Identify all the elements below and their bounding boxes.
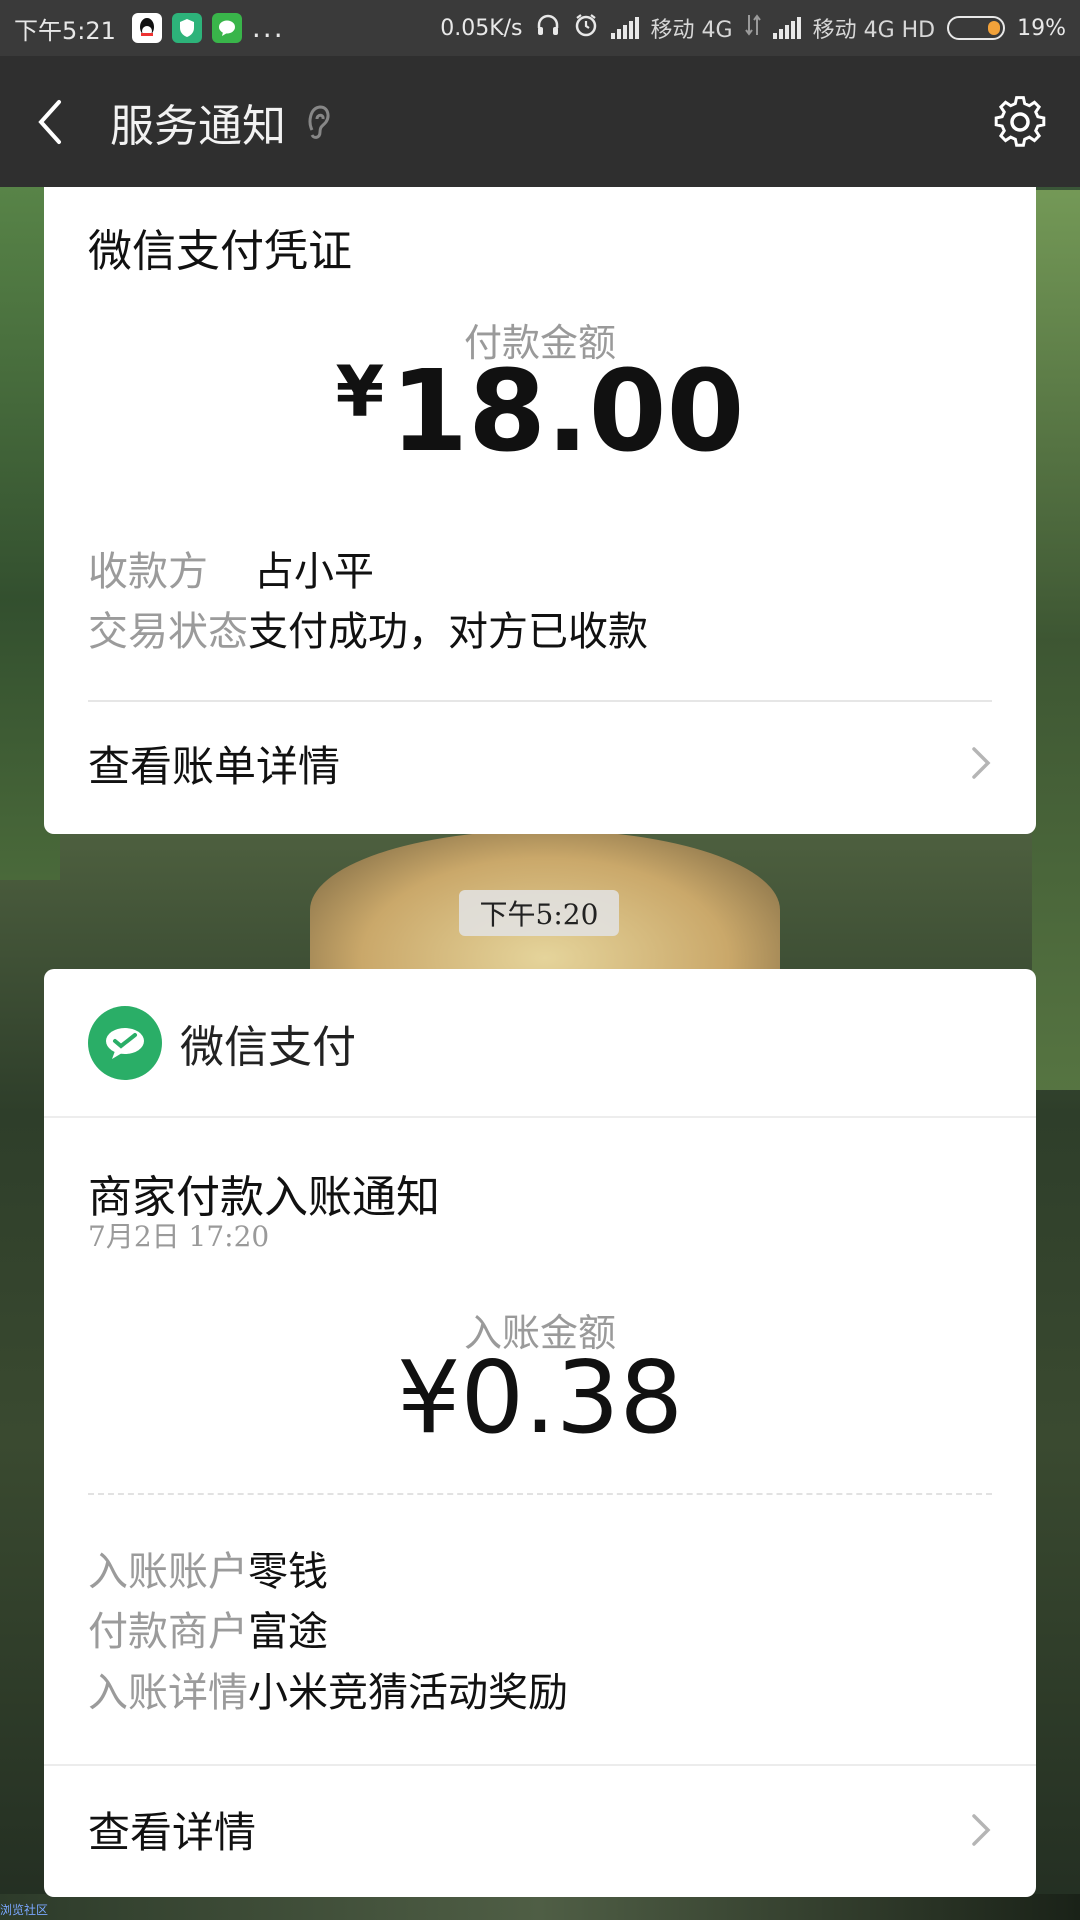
dashed-divider bbox=[88, 1493, 992, 1495]
view-bill-details-link[interactable]: 查看账单详情 bbox=[44, 703, 1036, 823]
payee-value: 占小平 bbox=[254, 549, 374, 595]
battery-percent: 19% bbox=[1017, 15, 1066, 41]
app-bar: 服务通知 bbox=[0, 56, 1080, 187]
view-details-link[interactable]: 查看详情 bbox=[44, 1766, 1036, 1893]
details-value: 小米竞猜活动奖励 bbox=[248, 1670, 568, 1716]
background-foliage-right bbox=[1032, 190, 1080, 1090]
battery-icon bbox=[947, 16, 1006, 40]
view-details-label: 查看详情 bbox=[88, 1808, 257, 1857]
chevron-right-icon bbox=[970, 745, 992, 781]
brand-name: 微信支付 bbox=[180, 1021, 356, 1073]
background-bottom bbox=[0, 1894, 1080, 1920]
carrier-1: 移动 4G bbox=[650, 18, 733, 43]
signal-icon-2 bbox=[772, 17, 801, 39]
payment-amount: ¥18.00 bbox=[44, 347, 1036, 477]
more-notifications-icon: ... bbox=[251, 11, 285, 44]
status-value: 支付成功，对方已收款 bbox=[248, 609, 648, 655]
page-title: 服务通知 bbox=[110, 100, 286, 152]
wechat-pay-icon bbox=[88, 1005, 162, 1080]
headphones-icon bbox=[535, 12, 561, 44]
status-bar: 下午5:21 ... 0.05K/s 移动 4G 移动 4G HD 19% bbox=[0, 0, 1080, 56]
currency-symbol: ¥ bbox=[335, 351, 385, 433]
merchant-value: 富途 bbox=[248, 1609, 328, 1655]
income-amount: ¥0.38 bbox=[396, 1339, 684, 1456]
status-key: 交易状态 bbox=[88, 609, 248, 655]
status-time: 下午5:21 bbox=[14, 16, 116, 45]
ear-icon bbox=[304, 102, 334, 142]
network-speed: 0.05K/s bbox=[440, 15, 523, 41]
data-transfer-icon bbox=[744, 13, 761, 43]
card-title: 微信支付凭证 bbox=[88, 226, 352, 277]
view-bill-details-label: 查看账单详情 bbox=[88, 741, 341, 791]
signal-icon bbox=[610, 17, 639, 39]
watermark: 浏览社区 bbox=[0, 1903, 49, 1917]
chat-icon bbox=[211, 13, 242, 43]
shield-icon bbox=[171, 13, 202, 43]
timestamp-chip: 下午5:20 bbox=[459, 890, 619, 936]
qq-icon bbox=[131, 13, 162, 43]
merchant-key: 付款商户 bbox=[88, 1609, 248, 1655]
notice-date: 7月2日 17:20 bbox=[88, 1220, 270, 1253]
income-notice-card: 微信支付 商家付款入账通知 7月2日 17:20 入账金额 ¥0.38 入账账户… bbox=[44, 969, 1036, 1897]
alarm-icon bbox=[573, 12, 599, 44]
amount-value: 18.00 bbox=[390, 347, 745, 477]
merchant-row: 付款商户 富途 bbox=[88, 1599, 328, 1657]
divider bbox=[88, 700, 992, 702]
settings-button[interactable] bbox=[960, 56, 1080, 187]
carrier-2: 移动 4G HD bbox=[812, 18, 936, 43]
payee-row: 收款方 占小平 bbox=[88, 539, 374, 597]
gear-icon bbox=[994, 95, 1046, 147]
chevron-right-icon bbox=[970, 1812, 992, 1848]
account-key: 入账账户 bbox=[88, 1549, 248, 1595]
back-button[interactable] bbox=[0, 56, 100, 187]
details-row: 入账详情 小米竞猜活动奖励 bbox=[88, 1660, 568, 1718]
payee-key: 收款方 bbox=[88, 549, 208, 595]
account-value: 零钱 bbox=[248, 1549, 328, 1595]
payment-receipt-card: 微信支付凭证 付款金额 ¥18.00 收款方 占小平 交易状态 支付成功，对方已… bbox=[44, 187, 1036, 834]
account-row: 入账账户 零钱 bbox=[88, 1539, 328, 1597]
status-row: 交易状态 支付成功，对方已收款 bbox=[88, 599, 648, 657]
card-header: 微信支付 bbox=[44, 969, 1036, 1118]
details-key: 入账详情 bbox=[88, 1670, 248, 1716]
back-chevron-icon bbox=[38, 99, 61, 144]
